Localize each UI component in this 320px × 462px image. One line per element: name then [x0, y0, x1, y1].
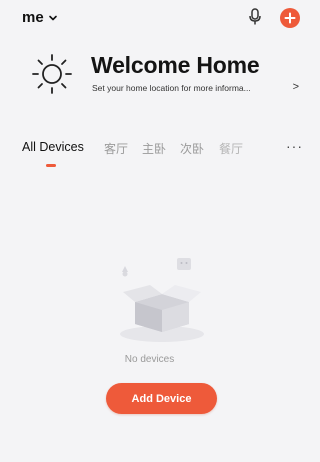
chevron-right-icon: > [292, 81, 299, 93]
tab-living-room[interactable]: 客厅 [104, 140, 128, 157]
tab-all-devices[interactable]: All Devices [22, 140, 84, 154]
add-device-button[interactable]: Add Device [106, 383, 217, 414]
sun-icon [32, 54, 72, 94]
tab-master-bedroom[interactable]: 主卧 [142, 140, 166, 157]
empty-box-illustration [120, 258, 204, 342]
add-icon[interactable] [280, 8, 300, 28]
tab-dining-room[interactable]: 餐厅 [219, 140, 243, 157]
top-bar: me [0, 0, 300, 36]
empty-state-message: No devices [124, 354, 175, 365]
microphone-icon[interactable] [248, 8, 262, 26]
chevron-down-icon [48, 15, 57, 21]
tab-second-bedroom[interactable]: 次卧 [180, 140, 204, 157]
room-tabs: All Devices 客厅 主卧 次卧 餐厅 ··· [22, 138, 302, 170]
home-name: me [22, 9, 44, 26]
more-tabs-icon[interactable]: ··· [286, 138, 303, 154]
home-switcher[interactable]: me [22, 9, 58, 26]
plus-icon [284, 12, 296, 24]
active-tab-indicator [46, 164, 56, 167]
welcome-title: Welcome Home [91, 52, 260, 78]
welcome-subtitle: Set your home location for more informa.… [92, 83, 251, 93]
welcome-banner[interactable]: Welcome Home Set your home location for … [30, 50, 299, 100]
